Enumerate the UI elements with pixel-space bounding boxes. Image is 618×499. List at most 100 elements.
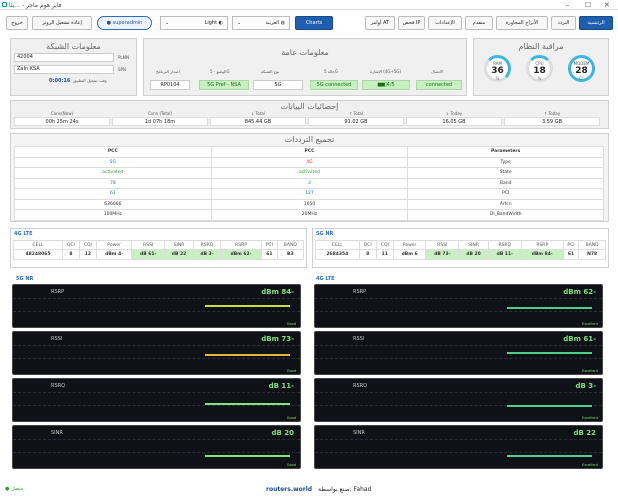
table-cell: 2684354 [315, 249, 360, 260]
column-header: BAND [578, 240, 606, 250]
chart-metric-label: RSRP [353, 289, 367, 295]
language-value: العربية ◍ [265, 20, 285, 26]
chart-metric-label: RSSI [51, 336, 63, 342]
gauge-unit: % [495, 76, 500, 81]
neighbor-towers-button[interactable]: الأبراج المجاورة [496, 16, 548, 30]
settings-label: الإعدادات [435, 20, 455, 26]
stat-conn-now: Conn(Now) 00h 25m 24s [14, 110, 110, 130]
lte-sinr-chart: SINR dB 22 Excellent [314, 425, 603, 469]
grid-line [315, 439, 602, 441]
site-link[interactable]: routers.world [266, 486, 312, 493]
charts-button[interactable]: Charts [295, 16, 333, 30]
grid-line [13, 452, 300, 454]
stat-header: ↓ Today [445, 111, 463, 116]
table-cell: dBm 62- [219, 249, 263, 260]
carrier-aggregation-table: PCC PCC Parameters 5G 4G Type activated act… [14, 146, 604, 221]
home-label: الرئيسية [587, 20, 605, 26]
chart-metric-label: SINR [353, 430, 365, 436]
grid-line [315, 311, 602, 313]
table-row: 2684354 8 11 dBm 6 dB 73- dB 20 dB 11- dBm 84- 6… [315, 249, 606, 260]
table-cell: 636666 [14, 198, 212, 210]
settings-button[interactable]: الإعدادات [428, 16, 462, 30]
signal-series-line [205, 304, 290, 307]
column-header: QCI [61, 240, 80, 250]
toolbar: خروج إعادة تشغيل الروتر ● superadmin ⌄ Li… [0, 12, 618, 34]
at-commands-button[interactable]: أوامر AT [365, 16, 395, 30]
table-cell: 8 [358, 249, 377, 260]
stat-conn-total: Conn (Total) 1d 07h 18m [112, 110, 208, 130]
stat-value: 1d 07h 18m [112, 117, 208, 126]
data-stats-panel: إحصائيات البيانات Conn(Now) 00h 25m 24s C… [10, 100, 609, 129]
table-cell: dBm 84- [520, 249, 564, 260]
signal-quality-label: Excellent [582, 322, 598, 326]
signal-quality-label: Excellent [582, 463, 598, 467]
table-cell: State [407, 167, 604, 179]
mode-value: 5G Pref - NSA [199, 80, 249, 90]
restart-router-button[interactable]: إعادة تشغيل الروتر [32, 16, 92, 30]
version-value: RP0104 [150, 80, 190, 90]
mode-label: الوضع - 5G [210, 69, 230, 74]
table-row: 61 127 PCI [14, 188, 604, 200]
stat-value: 16.05 GB [406, 117, 502, 126]
general-info-panel: معلومات عامة اصدار البرنامج RP0104 الوضع… [143, 38, 467, 96]
column-header: Power [95, 240, 133, 250]
nr-rsrp-chart: RSRP dBm 84- Good [12, 284, 301, 328]
signal-series-line [507, 307, 592, 309]
user-button[interactable]: ● superadmin [97, 16, 152, 30]
charts-label: Charts [305, 20, 323, 26]
gauge-value: 28 [575, 66, 588, 76]
grid-line [13, 345, 300, 347]
column-header: BAND [276, 240, 305, 250]
signal-quality-label: Good [286, 463, 296, 467]
chart-metric-label: RSRQ [51, 383, 66, 389]
plmn-field: 42004 [14, 53, 114, 62]
system-monitor-panel: مراقبة النظام MODEM 28 C° CPU 18 % RAM 3… [473, 38, 609, 96]
advanced-button[interactable]: متقدم [465, 16, 493, 30]
grid-line [315, 298, 602, 300]
column-header: PCC [14, 146, 212, 158]
signal-series-line [507, 351, 592, 354]
table-cell: dB 22 [163, 249, 195, 260]
title-bar: فاير هوم ماجر - ...يثا – ☐ ✕ [0, 0, 618, 10]
table-cell: N78 [578, 249, 606, 260]
spn-field: ZaIn KSA [14, 65, 114, 74]
column-header: QCI [358, 240, 377, 250]
table-cell: 20MHz [210, 209, 409, 221]
signal-value: ▮▮▮▮▯ 4/5 [362, 80, 410, 90]
modem-temp-gauge: MODEM 28 C° [568, 55, 595, 82]
plmn-label: PLMN [118, 55, 130, 60]
table-cell: activated [14, 167, 212, 179]
grid-line [13, 358, 300, 360]
lte-charts-label: 4G LTE [316, 276, 335, 282]
lte-metrics-table: CELL QCI CQI Power RSSI SINR RSRQ RSRP PCI BAND 4… [13, 240, 305, 260]
chart-metric-label: RSRP [51, 289, 65, 295]
ip-check-button[interactable]: فحص IP [398, 16, 425, 30]
exit-button[interactable]: خروج [6, 16, 28, 30]
credit-text: صنع بواسطة: Fahad [318, 486, 372, 493]
connection-status: ● متصل [5, 486, 24, 492]
table-cell: 3 [210, 177, 409, 189]
signal-quality-label: Good [286, 369, 296, 373]
version-label: اصدار البرنامج [156, 69, 180, 74]
chart-value-label: dB 11- [268, 382, 294, 390]
chart-value-label: dBm 61- [563, 335, 596, 343]
column-header: RSSI [425, 240, 460, 250]
table-cell: dBm 6 [392, 249, 427, 260]
language-select[interactable]: ⌄ العربية ◍ [232, 16, 290, 30]
close-icon[interactable]: ✕ [604, 1, 610, 9]
chart-metric-label: RSRQ [353, 383, 368, 389]
signal-quality-label: Excellent [582, 369, 598, 373]
home-button[interactable]: الرئيسية [579, 16, 613, 30]
lte-section-label: 4G LTE [14, 231, 33, 237]
restart-label: إعادة تشغيل الروتر [42, 20, 82, 26]
column-header: CELL [315, 240, 360, 250]
nettype-value: 5G [253, 80, 303, 90]
minimize-icon[interactable]: – [566, 1, 570, 9]
frequency-button[interactable]: التردد [551, 16, 576, 30]
stat-value: 00h 25m 24s [14, 117, 110, 126]
theme-select[interactable]: ⌄ Light ◐ [160, 16, 228, 30]
grid-line [315, 452, 602, 454]
maximize-icon[interactable]: ☐ [585, 1, 591, 9]
theme-value: Light ◐ [204, 20, 223, 26]
table-cell: activated [210, 167, 409, 179]
